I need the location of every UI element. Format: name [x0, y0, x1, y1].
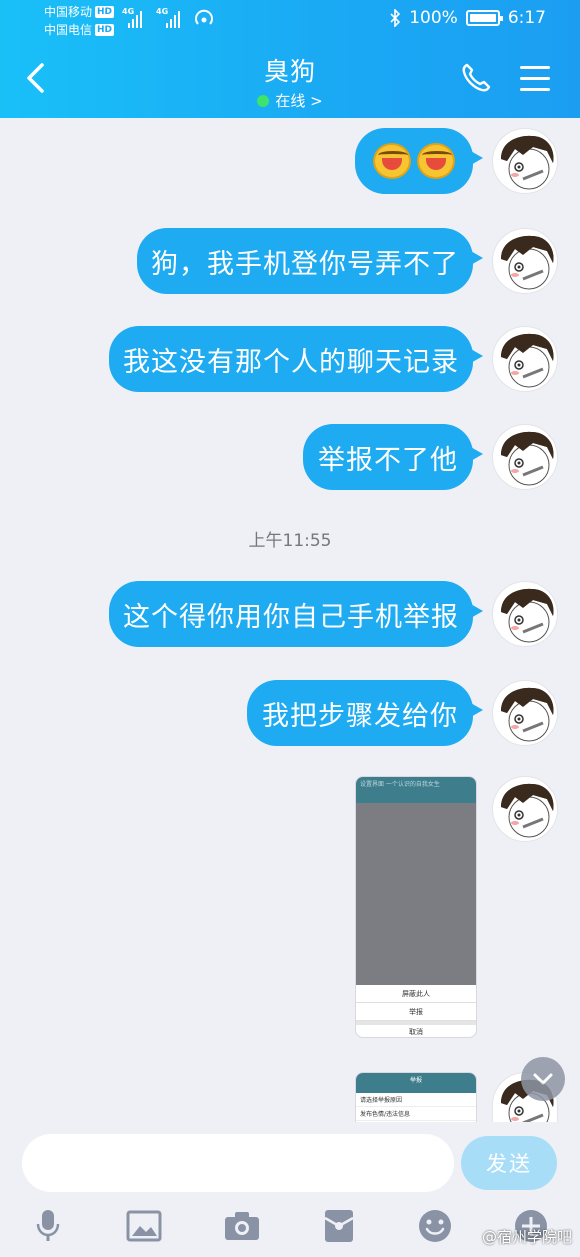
- image-row: 举报: [356, 1003, 476, 1021]
- online-dot-icon: [257, 94, 270, 107]
- bluetooth-icon: [390, 9, 401, 27]
- message-bubble[interactable]: 狗，我手机登你号弄不了: [137, 228, 483, 294]
- camera-icon[interactable]: [222, 1206, 262, 1246]
- avatar[interactable]: [492, 581, 558, 647]
- image-row: 取消: [356, 1021, 476, 1037]
- image-gray-area: [356, 803, 476, 985]
- signal-icon: [166, 8, 180, 28]
- face-with-tears-emoji-icon: [373, 143, 411, 179]
- avatar[interactable]: [492, 228, 558, 294]
- cartoon-face-icon: [501, 333, 554, 388]
- chevron-down-icon: [533, 1073, 553, 1085]
- microphone-icon[interactable]: [28, 1206, 68, 1246]
- red-packet-icon[interactable]: [319, 1206, 359, 1246]
- avatar[interactable]: [492, 680, 558, 746]
- chat-header: 中国移动 HD 中国电信 HD 4G 4G 100% 6:17 臭狗 在线 >: [0, 0, 580, 118]
- menu-icon[interactable]: [520, 66, 550, 99]
- timestamp: 上午11:55: [248, 531, 332, 551]
- emoji-icon[interactable]: [415, 1206, 455, 1246]
- message-bubble[interactable]: 我把步骤发给你: [247, 680, 483, 746]
- message-bubble[interactable]: 这个得你用你自己手机举报: [109, 581, 483, 647]
- carrier-2: 中国电信: [44, 23, 93, 37]
- image-line: 请选择举报原因: [356, 1093, 476, 1107]
- face-with-tears-emoji-icon: [417, 143, 455, 179]
- signal-icon: [128, 8, 142, 28]
- watermark: @宿州学院吧: [481, 1228, 572, 1246]
- hd-badge: HD: [95, 24, 115, 36]
- status-bar-right: 100% 6:17: [389, 8, 546, 28]
- battery-icon: [465, 10, 503, 26]
- title-area: 臭狗 在线 >: [0, 52, 580, 111]
- hd-badge: HD: [95, 6, 115, 18]
- cartoon-face-icon: [501, 783, 554, 838]
- image-message[interactable]: 设置界面 一个认识的自我女生 屏蔽此人 举报 取消: [355, 776, 477, 1038]
- cartoon-face-icon: [501, 235, 554, 290]
- status-bar-carriers: 中国移动 HD 中国电信 HD: [44, 3, 115, 39]
- message-bubble-emoji[interactable]: [355, 128, 483, 194]
- image-header-text: 举报: [356, 1073, 476, 1093]
- avatar[interactable]: [492, 326, 558, 392]
- scroll-to-bottom-button[interactable]: [521, 1057, 565, 1101]
- online-status[interactable]: 在线 >: [0, 90, 580, 111]
- image-message[interactable]: 举报 请选择举报原因 发布色情/违法信息: [355, 1072, 477, 1124]
- online-status-label: 在线 >: [275, 92, 323, 110]
- send-button[interactable]: 发送: [461, 1136, 557, 1190]
- avatar[interactable]: [492, 776, 558, 842]
- cartoon-face-icon: [501, 588, 554, 643]
- cartoon-face-icon: [501, 431, 554, 486]
- avatar[interactable]: [492, 424, 558, 490]
- image-icon[interactable]: [124, 1206, 164, 1246]
- image-row: 屏蔽此人: [356, 985, 476, 1003]
- message-bubble[interactable]: 举报不了他: [303, 424, 483, 490]
- message-bubble[interactable]: 我这没有那个人的聊天记录: [109, 326, 483, 392]
- image-header-text: 设置界面 一个认识的自我女生: [356, 777, 476, 803]
- phone-call-icon[interactable]: [460, 62, 492, 94]
- image-line: 发布色情/违法信息: [356, 1107, 476, 1121]
- clock: 6:17: [507, 8, 546, 28]
- carrier-1: 中国移动: [44, 5, 93, 19]
- message-input[interactable]: [22, 1134, 454, 1192]
- hotspot-icon: [195, 9, 213, 25]
- avatar[interactable]: [492, 128, 558, 194]
- battery-percent: 100%: [409, 8, 458, 28]
- cartoon-face-icon: [501, 687, 554, 742]
- contact-name[interactable]: 臭狗: [0, 52, 580, 88]
- cartoon-face-icon: [501, 135, 554, 190]
